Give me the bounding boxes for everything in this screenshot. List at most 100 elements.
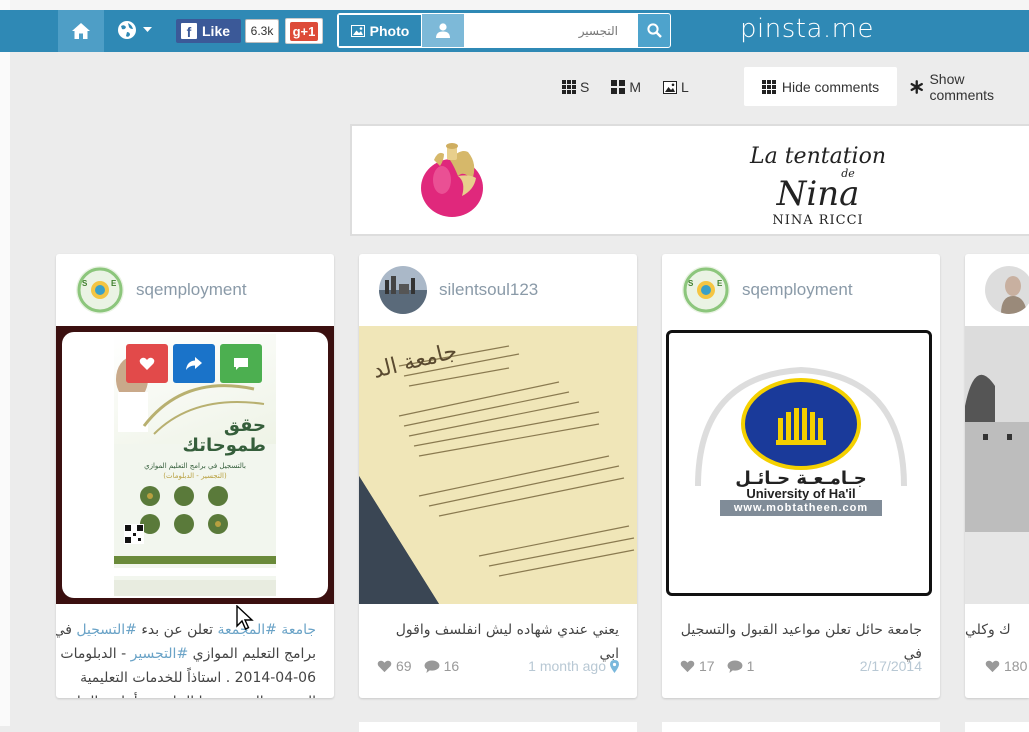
search-input[interactable] — [464, 14, 638, 47]
avatar[interactable] — [985, 266, 1029, 314]
comment-count[interactable]: 1 — [727, 658, 755, 674]
language-selector[interactable] — [117, 20, 152, 40]
grid-small-icon — [562, 80, 576, 94]
hashtag[interactable]: #التسجيل — [76, 622, 136, 638]
facebook-like-label: Like — [202, 23, 231, 39]
post-time-value: 2/17/2014 — [859, 658, 922, 674]
caption-part: - الدبلومات — [60, 646, 131, 662]
post-header — [965, 254, 1029, 326]
ad-brand-logo: La tentation de Nina NINA RICCI — [750, 144, 886, 228]
hide-comments-button[interactable]: Hide comments — [744, 67, 897, 106]
avatar[interactable] — [379, 266, 427, 314]
share-arrow-icon — [186, 356, 202, 370]
advertisement-banner[interactable]: La tentation de Nina NINA RICCI — [350, 124, 1029, 236]
post-image[interactable]: جـامـعـة حـائـل University of Ha'il www.… — [662, 326, 940, 604]
like-button[interactable] — [126, 344, 168, 383]
size-option-m[interactable]: M — [611, 79, 641, 95]
home-button[interactable] — [58, 10, 104, 52]
caption-line: 2014-04-06 . استاذاً للخدمات التعليمية — [80, 670, 316, 686]
svg-text:E: E — [717, 279, 723, 288]
like-count-value: 17 — [699, 658, 715, 674]
post-caption: يعني عندي شهاده ليش انفلسف واقول ابي — [395, 622, 619, 662]
username[interactable]: sqemployment — [136, 280, 247, 300]
post-time[interactable]: 2/17/2014 — [860, 658, 922, 674]
poster-title: حقق طموحاتك — [182, 415, 266, 456]
post-header: SE sqemployment — [662, 254, 940, 326]
comment-count[interactable]: 16 — [424, 658, 459, 674]
size-option-l[interactable]: L — [663, 79, 689, 95]
map-marker-icon — [610, 659, 619, 673]
facebook-like-button[interactable]: f Like — [176, 19, 241, 43]
facebook-icon: f — [181, 23, 197, 40]
post-card[interactable]: SE sqemployment حقق طموحاتك بالتسجيل في … — [56, 254, 334, 698]
post-image[interactable]: جامعة الد — [359, 326, 637, 604]
search-box: Photo — [337, 13, 671, 48]
post-stats: 180 — [985, 658, 1029, 674]
like-count-value: 69 — [396, 658, 412, 674]
image-icon — [350, 24, 365, 37]
post-card[interactable]: ك وكلي 180 — [965, 254, 1029, 698]
share-button[interactable] — [173, 344, 215, 383]
like-count[interactable]: 17 — [680, 658, 715, 674]
grid-icon — [761, 79, 776, 94]
hashtag[interactable]: #التجسير — [131, 646, 189, 662]
svg-text:E: E — [111, 279, 117, 288]
post-header: SE sqemployment — [56, 254, 334, 326]
post-stats: 69 16 1 month ago — [377, 658, 619, 674]
post-caption: ك وكلي — [965, 622, 1011, 638]
search-button[interactable] — [638, 14, 670, 47]
username[interactable]: silentsoul123 — [439, 280, 538, 300]
show-comments-label: Show comments — [929, 70, 995, 103]
photo-search-toggle[interactable]: Photo — [338, 14, 422, 47]
user-search-toggle[interactable] — [422, 14, 464, 47]
mouse-cursor-icon — [236, 605, 254, 630]
home-icon — [72, 23, 90, 39]
heart-icon — [680, 660, 695, 672]
post-caption: جامعة حائل تعلن مواعيد القبول والتسجيل ف… — [680, 622, 922, 662]
post-card[interactable]: silentsoul123 جامعة الد يعني عندي شهاده … — [359, 254, 637, 698]
university-name-english: University of Ha'il — [746, 486, 856, 501]
like-count[interactable]: 180 — [985, 658, 1027, 674]
comment-button[interactable] — [220, 344, 262, 383]
size-option-label: L — [681, 79, 689, 95]
avatar[interactable]: SE — [76, 266, 124, 314]
username[interactable]: sqemployment — [742, 280, 853, 300]
perfume-bottle-image — [421, 143, 483, 217]
caption-part: تعلن عن بدء — [136, 622, 218, 638]
size-option-label: M — [629, 79, 642, 95]
size-options: S M L — [562, 68, 711, 106]
image-large-icon — [663, 80, 678, 94]
globe-icon — [118, 21, 136, 39]
poster-subtitle: بالتسجيل في برامج التعليم الموازي — [144, 462, 246, 470]
google-plus-label: g+1 — [289, 21, 319, 41]
size-option-s[interactable]: S — [562, 79, 589, 95]
caption-line: المتميزة التي تقدمها الجامعة , أعلنت الج… — [56, 690, 316, 698]
post-image[interactable]: حقق طموحاتك بالتسجيل في برامج التعليم ال… — [56, 326, 334, 604]
ad-line1: La tentation — [750, 144, 886, 169]
post-card-next-row — [965, 722, 1029, 732]
post-time[interactable]: 1 month ago — [528, 658, 619, 674]
comment-count-value: 1 — [746, 658, 755, 674]
poster-subtitle2: (التجسير - الدبلومات) — [163, 472, 227, 480]
post-card[interactable]: SE sqemployment جـامـعـة حـائـل Universi… — [662, 254, 940, 698]
avatar[interactable]: SE — [682, 266, 730, 314]
search-icon — [647, 23, 662, 38]
hide-comments-label: Hide comments — [781, 78, 880, 95]
user-icon — [436, 23, 450, 38]
photo-button-label: Photo — [369, 22, 410, 39]
site-logo[interactable]: pinsta.me — [740, 14, 874, 44]
post-image[interactable] — [965, 326, 1029, 604]
post-card-next-row — [359, 722, 637, 732]
like-count[interactable]: 69 — [377, 658, 412, 674]
window-top-strip — [0, 0, 1029, 10]
google-plus-button[interactable]: g+1 — [285, 18, 323, 44]
size-option-label: S — [580, 79, 590, 95]
show-comments-button[interactable]: Show comments — [908, 67, 1029, 106]
post-card-next-row — [662, 722, 940, 732]
caret-down-icon — [143, 27, 152, 32]
caption-part: جامعة — [276, 622, 316, 638]
like-count-value: 180 — [1004, 658, 1028, 674]
post-header: silentsoul123 — [359, 254, 637, 326]
left-gutter — [0, 0, 10, 726]
asterisk-icon — [910, 79, 923, 94]
